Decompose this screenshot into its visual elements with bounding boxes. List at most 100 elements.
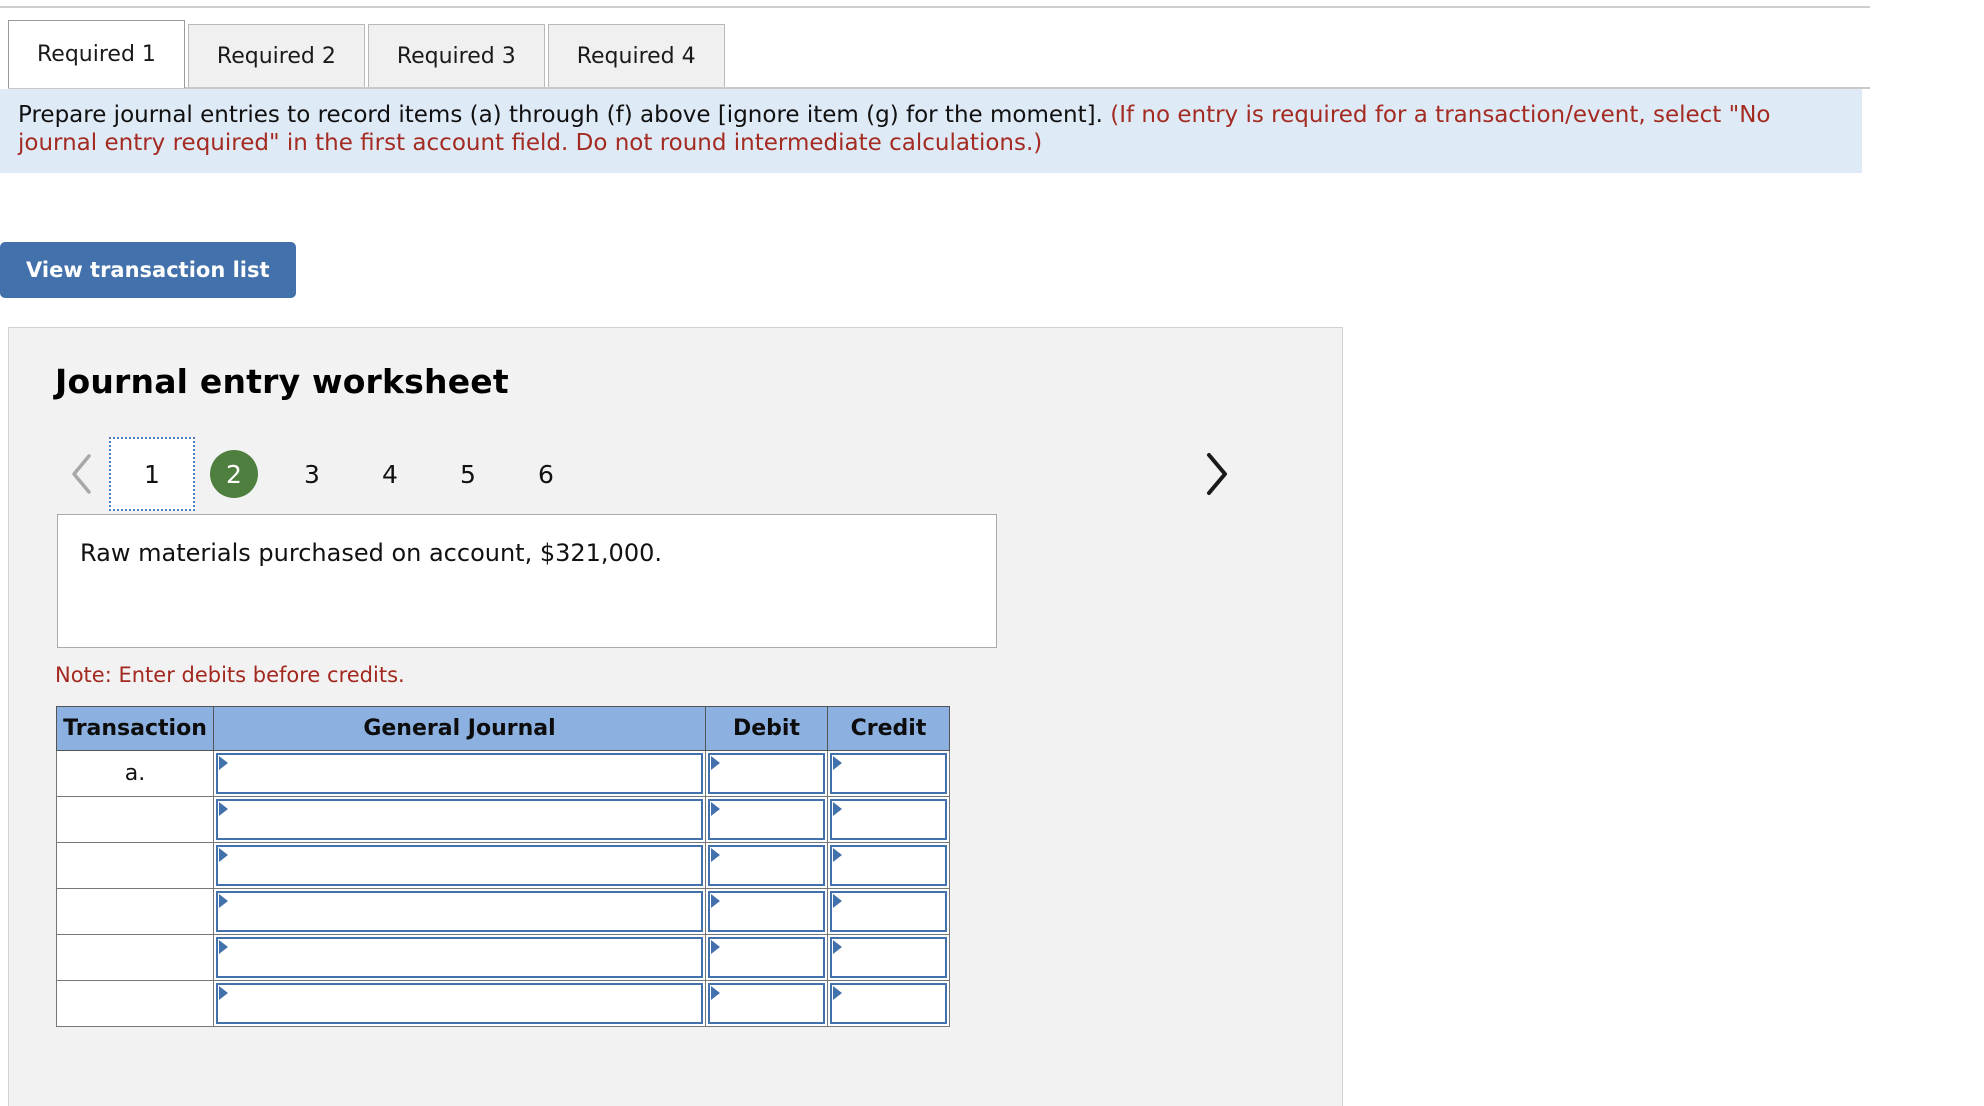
debit-input[interactable]: [708, 891, 825, 932]
chevron-right-icon[interactable]: [1189, 444, 1243, 504]
debits-before-credits-note: Note: Enter debits before credits.: [55, 663, 405, 687]
tab-label: Required 2: [216, 44, 336, 69]
credit-input[interactable]: [830, 983, 947, 1024]
tab-required-1[interactable]: Required 1: [8, 20, 185, 88]
dropdown-caret-icon: [219, 848, 228, 862]
debit-input[interactable]: [708, 845, 825, 886]
credit-cell: [827, 934, 950, 981]
debit-input[interactable]: [708, 799, 825, 840]
transaction-label-cell: a.: [56, 750, 214, 797]
journal-entry-worksheet-panel: Journal entry worksheet 1 2 3 4 5 6 Raw …: [8, 327, 1343, 1106]
dropdown-caret-icon: [711, 940, 720, 954]
chevron-left-icon[interactable]: [55, 444, 109, 504]
pager-page-label: 4: [382, 459, 398, 489]
transaction-description-text: Raw materials purchased on account, $321…: [80, 539, 662, 567]
pager-page-label: 1: [144, 459, 160, 489]
pager-page-6[interactable]: 6: [507, 444, 585, 504]
general-journal-input[interactable]: [216, 845, 703, 886]
pager-page-1[interactable]: 1: [109, 437, 195, 511]
table-header-row: Transaction General Journal Debit Credit: [56, 706, 950, 751]
table-row: [56, 934, 950, 981]
credit-input[interactable]: [830, 937, 947, 978]
general-journal-cell: [213, 980, 706, 1027]
general-journal-input[interactable]: [216, 753, 703, 794]
journal-entry-table: Transaction General Journal Debit Credit…: [56, 706, 950, 1027]
pager-page-3[interactable]: 3: [273, 444, 351, 504]
column-header-debit: Debit: [705, 706, 828, 751]
instruction-text: Prepare journal entries to record items …: [18, 102, 1103, 128]
dropdown-caret-icon: [219, 986, 228, 1000]
credit-cell: [827, 750, 950, 797]
dropdown-caret-icon: [219, 940, 228, 954]
tab-required-4[interactable]: Required 4: [547, 24, 725, 88]
credit-cell: [827, 980, 950, 1027]
general-journal-input[interactable]: [216, 937, 703, 978]
tab-label: Required 3: [396, 44, 516, 69]
credit-cell: [827, 842, 950, 889]
general-journal-cell: [213, 934, 706, 981]
column-header-credit: Credit: [827, 706, 950, 751]
credit-cell: [827, 888, 950, 935]
dropdown-caret-icon: [833, 986, 842, 1000]
view-transaction-list-button[interactable]: View transaction list: [0, 242, 296, 298]
dropdown-caret-icon: [711, 848, 720, 862]
table-row: [56, 980, 950, 1027]
debit-cell: [705, 934, 828, 981]
dropdown-caret-icon: [219, 802, 228, 816]
general-journal-input[interactable]: [216, 891, 703, 932]
top-divider: [0, 6, 1870, 8]
credit-input[interactable]: [830, 845, 947, 886]
transaction-label-cell: [56, 888, 214, 935]
debit-cell: [705, 888, 828, 935]
column-header-transaction: Transaction: [56, 706, 214, 751]
pager-page-label: 5: [460, 459, 476, 489]
table-row: [56, 842, 950, 889]
debit-cell: [705, 796, 828, 843]
general-journal-input[interactable]: [216, 799, 703, 840]
table-row: a.: [56, 750, 950, 797]
dropdown-caret-icon: [219, 756, 228, 770]
credit-input[interactable]: [830, 753, 947, 794]
general-journal-cell: [213, 888, 706, 935]
general-journal-input[interactable]: [216, 983, 703, 1024]
worksheet-pager: 1 2 3 4 5 6: [55, 436, 1295, 512]
dropdown-caret-icon: [711, 756, 720, 770]
transaction-description-box: Raw materials purchased on account, $321…: [57, 514, 997, 648]
transaction-label-cell: [56, 934, 214, 981]
column-header-general-journal: General Journal: [213, 706, 706, 751]
worksheet-title: Journal entry worksheet: [55, 362, 509, 401]
dropdown-caret-icon: [711, 802, 720, 816]
pager-page-label: 2: [226, 459, 242, 489]
tab-label: Required 4: [576, 44, 696, 69]
debit-cell: [705, 842, 828, 889]
dropdown-caret-icon: [833, 940, 842, 954]
credit-input[interactable]: [830, 891, 947, 932]
transaction-label-cell: [56, 796, 214, 843]
pager-page-2[interactable]: 2: [210, 450, 258, 498]
dropdown-caret-icon: [711, 986, 720, 1000]
debit-cell: [705, 750, 828, 797]
credit-cell: [827, 796, 950, 843]
general-journal-cell: [213, 750, 706, 797]
debit-cell: [705, 980, 828, 1027]
table-row: [56, 796, 950, 843]
transaction-label-cell: [56, 842, 214, 889]
pager-page-5[interactable]: 5: [429, 444, 507, 504]
transaction-label-cell: [56, 980, 214, 1027]
dropdown-caret-icon: [219, 894, 228, 908]
debit-input[interactable]: [708, 937, 825, 978]
dropdown-caret-icon: [833, 848, 842, 862]
table-row: [56, 888, 950, 935]
general-journal-cell: [213, 842, 706, 889]
dropdown-caret-icon: [833, 802, 842, 816]
debit-input[interactable]: [708, 753, 825, 794]
required-tabs: Required 1 Required 2 Required 3 Require…: [8, 20, 728, 88]
pager-page-label: 3: [304, 459, 320, 489]
pager-page-4[interactable]: 4: [351, 444, 429, 504]
tab-required-3[interactable]: Required 3: [367, 24, 545, 88]
tab-required-2[interactable]: Required 2: [187, 24, 365, 88]
debit-input[interactable]: [708, 983, 825, 1024]
credit-input[interactable]: [830, 799, 947, 840]
pager-page-label: 6: [538, 459, 554, 489]
instruction-banner: Prepare journal entries to record items …: [0, 89, 1862, 173]
